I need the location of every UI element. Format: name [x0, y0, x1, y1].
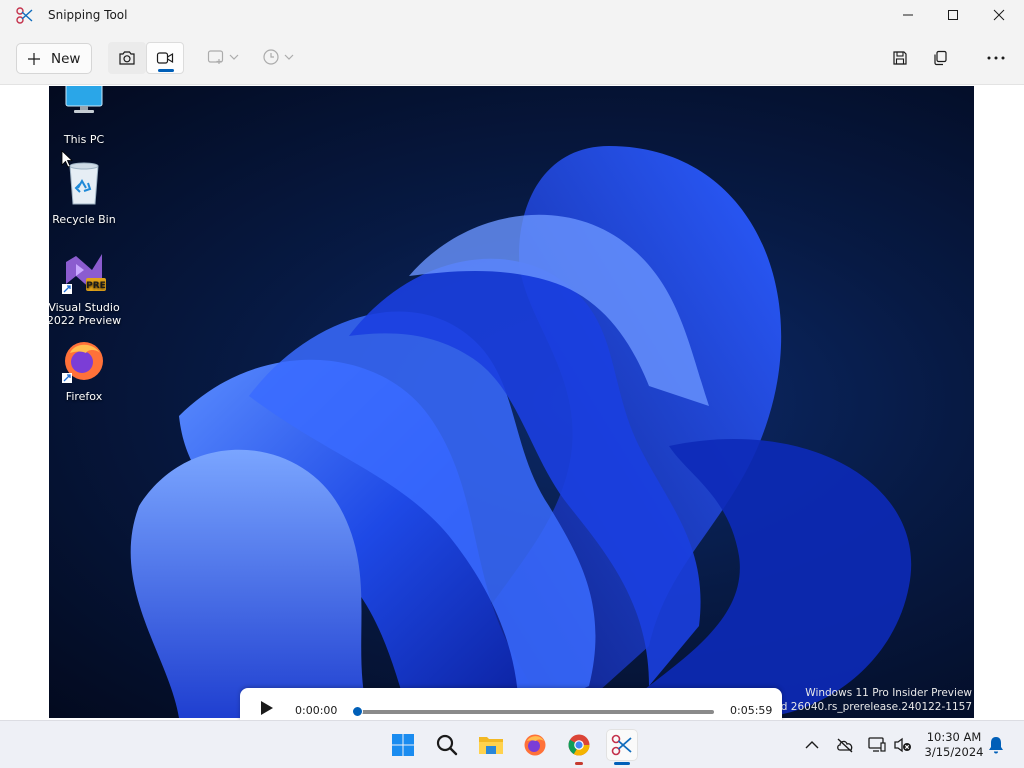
total-time: 0:05:59 [730, 704, 773, 717]
pre-badge: PRE [86, 281, 106, 291]
firefox-icon [62, 342, 103, 383]
clock-time: 10:30 AM [926, 730, 982, 744]
save-button[interactable] [884, 44, 916, 72]
watermark-line2: y. Build 26040.rs_prerelease.240122-1157 [749, 701, 972, 713]
recorded-desktop-frame: This PC Recycle Bin PRE Visual Studio 20… [49, 86, 974, 718]
chevron-down-icon [284, 54, 294, 60]
snipping-tool-icon [611, 734, 632, 756]
desktop-icon-recycle-bin[interactable]: Recycle Bin [49, 162, 124, 226]
notifications-button[interactable] [986, 735, 1006, 755]
desktop-icon-this-pc[interactable]: This PC [49, 86, 124, 146]
plus-icon [28, 52, 40, 65]
close-icon [993, 9, 1005, 21]
onedrive-status-button[interactable] [835, 735, 855, 755]
desktop-icon-label-line1: Visual Studio [49, 301, 120, 314]
minimize-icon [903, 14, 913, 16]
capture-preview-area: This PC Recycle Bin PRE Visual Studio 20… [0, 84, 1024, 720]
show-hidden-icons-button[interactable] [802, 735, 822, 755]
chrome-icon [568, 734, 590, 756]
taskbar-chrome-button[interactable] [563, 729, 595, 765]
volume-button[interactable] [893, 735, 913, 755]
windows-bloom-wallpaper [130, 146, 912, 718]
clock-date: 3/15/2024 [924, 745, 984, 759]
firefox-icon [524, 734, 546, 756]
maximize-button[interactable] [930, 0, 976, 30]
snip-shape-dropdown[interactable] [207, 45, 239, 69]
network-display-button[interactable] [867, 735, 887, 755]
active-indicator [614, 762, 630, 765]
desktop-icon-label: Firefox [65, 390, 103, 403]
copy-icon [934, 50, 947, 66]
play-icon[interactable] [260, 700, 274, 716]
selected-indicator [158, 69, 174, 72]
more-options-button[interactable] [980, 44, 1012, 72]
seek-thumb[interactable] [352, 706, 363, 717]
snipping-tool-icon [16, 7, 33, 24]
minimize-button[interactable] [885, 0, 931, 30]
close-button[interactable] [976, 0, 1022, 30]
running-indicator [575, 762, 583, 765]
clock-icon [263, 49, 279, 65]
desktop-icon-firefox[interactable]: Firefox [49, 339, 124, 403]
taskbar-clock[interactable]: 10:30 AM 3/15/2024 [922, 730, 986, 760]
taskbar: 10:30 AM 3/15/2024 [0, 720, 1024, 768]
seek-bar[interactable] [356, 710, 714, 714]
rectangle-mode-icon [207, 50, 224, 64]
search-icon [436, 734, 458, 756]
recycle-bin-icon [69, 162, 99, 205]
capture-mode-group [108, 42, 184, 76]
search-button[interactable] [431, 729, 463, 761]
current-time: 0:00:00 [295, 704, 338, 717]
snip-mode-button[interactable] [108, 42, 146, 74]
toolbar: New [0, 32, 1024, 84]
bell-icon [989, 737, 1003, 754]
copy-button[interactable] [924, 44, 956, 72]
file-explorer-button[interactable] [475, 729, 507, 761]
file-explorer-icon [479, 737, 503, 754]
camera-icon [119, 51, 135, 65]
onedrive-offline-icon [837, 738, 853, 753]
desktop-icon-label-line2: 2022 Preview [49, 314, 122, 327]
window-title: Snipping Tool [48, 8, 128, 22]
taskbar-snipping-tool-button[interactable] [606, 729, 638, 765]
display-icon [868, 737, 886, 752]
ellipsis-icon [987, 56, 1005, 60]
start-icon [392, 734, 414, 756]
new-button-label: New [51, 50, 81, 67]
maximize-icon [948, 10, 958, 20]
taskbar-firefox-button[interactable] [519, 729, 551, 761]
title-bar: Snipping Tool [0, 0, 1024, 32]
volume-muted-icon [894, 737, 911, 753]
video-player-controls: 0:00:00 0:05:59 [240, 688, 782, 722]
chevron-up-icon [805, 741, 819, 749]
desktop-icon-label: This PC [63, 133, 105, 146]
delay-dropdown[interactable] [262, 45, 294, 69]
record-mode-button[interactable] [146, 42, 184, 74]
start-button[interactable] [387, 729, 419, 761]
new-button[interactable]: New [16, 43, 92, 74]
desktop-icon-visual-studio[interactable]: PRE Visual Studio 2022 Preview [49, 250, 124, 327]
visual-studio-icon: PRE [62, 254, 106, 294]
video-camera-icon [156, 52, 174, 64]
save-icon [893, 51, 907, 65]
watermark-line1: Windows 11 Pro Insider Preview [805, 687, 972, 699]
os-build-watermark: Windows 11 Pro Insider Preview y. Build … [750, 686, 972, 714]
chevron-down-icon [229, 54, 239, 60]
monitor-icon [65, 86, 103, 113]
desktop-icon-label: Recycle Bin [52, 213, 116, 226]
